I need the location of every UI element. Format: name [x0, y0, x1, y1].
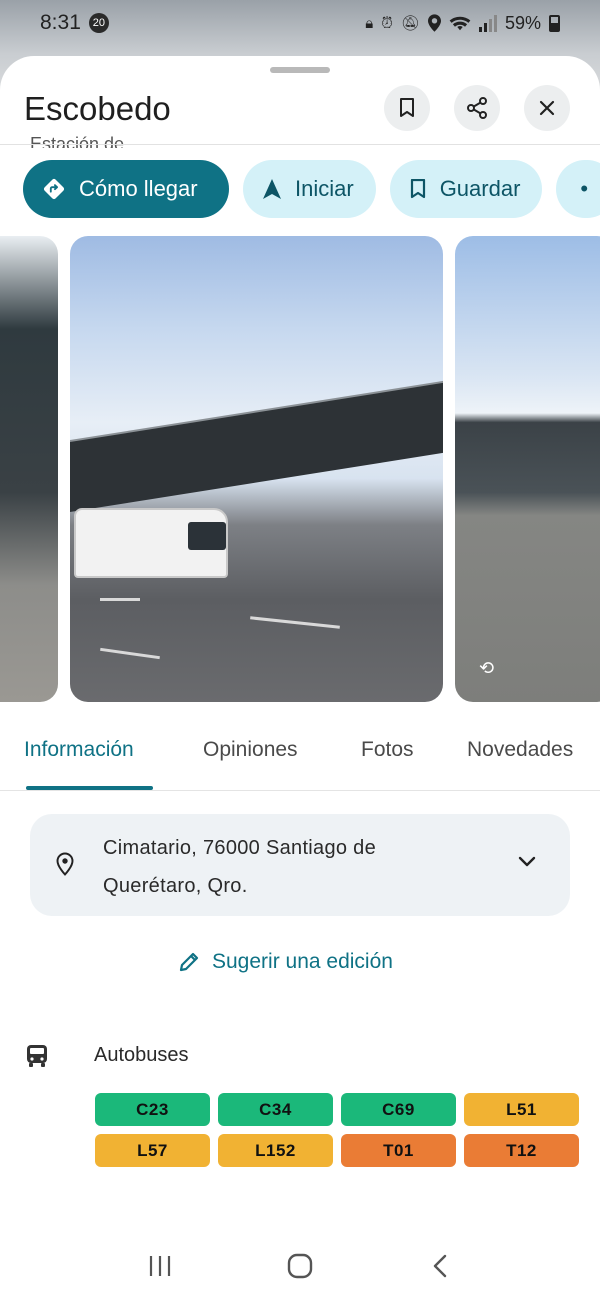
status-bar: 8:31 20 🔒︎ ⏰︎ 🔕︎ 59% [0, 0, 600, 46]
close-button[interactable] [524, 85, 570, 131]
bookmark-icon [400, 98, 414, 117]
route-chip-t01[interactable]: T01 [341, 1134, 456, 1167]
share-button[interactable] [454, 85, 500, 131]
address-line-1: Cimatario, 76000 Santiago de [103, 837, 377, 859]
address-card[interactable]: Cimatario, 76000 Santiago de Querétaro, … [30, 814, 570, 916]
tab-updates[interactable]: Novedades [467, 738, 573, 762]
photo-next[interactable]: ⟲ [455, 236, 600, 702]
route-list: C23 C34 C69 L51 L57 L152 T01 T12 [95, 1093, 579, 1167]
photo-previous[interactable] [0, 236, 58, 702]
save-button[interactable] [384, 85, 430, 131]
more-dots-icon: • [580, 176, 589, 201]
bus-image [74, 508, 228, 578]
location-pin-icon [56, 852, 74, 876]
location-icon [427, 14, 441, 32]
street-view-icon: ⟲ [479, 658, 495, 678]
tab-photos[interactable]: Fotos [361, 738, 414, 762]
pencil-icon [179, 952, 199, 972]
status-time: 8:31 [40, 11, 81, 34]
tabs-divider [0, 790, 600, 791]
directions-button[interactable]: Cómo llegar [23, 160, 229, 218]
place-title: Escobedo [24, 90, 171, 127]
header-divider [0, 144, 600, 145]
route-chip-c23[interactable]: C23 [95, 1093, 210, 1126]
tab-reviews[interactable]: Opiniones [203, 738, 298, 762]
bus-icon [27, 1045, 47, 1067]
navigation-arrow-icon [263, 179, 281, 199]
place-subtitle-peek: Estación de ... [30, 134, 145, 148]
alarm-icon: ⏰︎ [381, 14, 393, 32]
bookmark-icon [410, 179, 425, 199]
station-canopy [70, 382, 443, 512]
notification-count-badge: 20 [88, 13, 109, 33]
place-sheet: Estación de ... Escobedo Cómo llegar Ini… [0, 56, 600, 1300]
recent-apps-icon [149, 1256, 171, 1276]
battery-level: 59% [504, 12, 541, 33]
directions-label: Cómo llegar [79, 176, 198, 201]
route-chip-c69[interactable]: C69 [341, 1093, 456, 1126]
home-icon [287, 1253, 313, 1279]
lock-icon: 🔒︎ [365, 14, 374, 32]
save-chip-label: Guardar [439, 176, 521, 201]
home-button[interactable] [270, 1246, 330, 1286]
route-chip-l152[interactable]: L152 [218, 1134, 333, 1167]
mute-icon: 🔕︎ [400, 15, 420, 32]
start-button[interactable]: Iniciar [243, 160, 376, 218]
save-chip-button[interactable]: Guardar [389, 160, 543, 218]
system-nav-bar [0, 1232, 600, 1300]
battery-icon [549, 14, 560, 32]
drag-handle[interactable] [270, 67, 330, 73]
signal-icon [478, 14, 497, 32]
wifi-icon [449, 16, 471, 31]
road-marking [250, 616, 340, 629]
suggest-edit-label: Sugerir una edición [212, 950, 393, 973]
recent-apps-button[interactable] [130, 1246, 190, 1286]
back-icon [433, 1254, 447, 1278]
more-actions-chip[interactable]: • [556, 160, 600, 218]
suggest-edit-button[interactable]: Sugerir una edición [178, 950, 393, 974]
photo-main[interactable] [70, 236, 443, 702]
start-label: Iniciar [295, 176, 354, 201]
route-chip-t12[interactable]: T12 [464, 1134, 579, 1167]
directions-icon [43, 178, 65, 200]
route-chip-l51[interactable]: L51 [464, 1093, 579, 1126]
road-marking [100, 647, 160, 660]
action-chips: Cómo llegar Iniciar Guardar • [23, 160, 600, 218]
share-icon [467, 97, 487, 119]
route-chip-c34[interactable]: C34 [218, 1093, 333, 1126]
transit-label: Autobuses [94, 1044, 189, 1066]
address-line-2: Querétaro, Qro. [103, 875, 248, 897]
route-chip-l57[interactable]: L57 [95, 1134, 210, 1167]
status-icons: 🔒︎ ⏰︎ 🔕︎ 59% [365, 13, 560, 34]
road-marking [100, 598, 140, 601]
bus-windshield [188, 522, 226, 550]
close-icon [539, 100, 555, 116]
back-button[interactable] [410, 1246, 470, 1286]
address-text: Cimatario, 76000 Santiago de Querétaro, … [103, 829, 463, 905]
tab-information[interactable]: Información [24, 738, 134, 762]
chevron-down-icon[interactable] [518, 856, 536, 868]
